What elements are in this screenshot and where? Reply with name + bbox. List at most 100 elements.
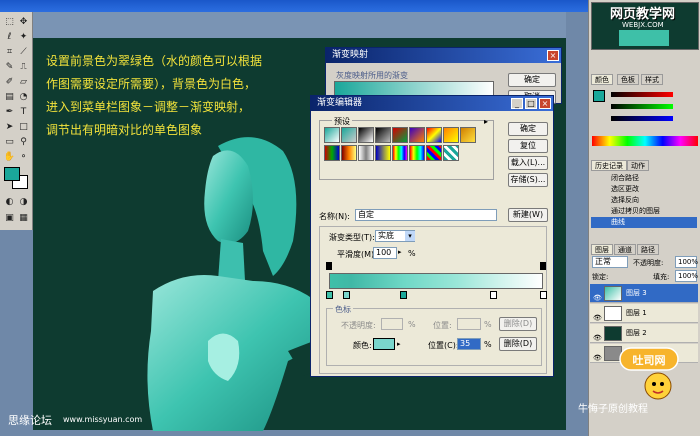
- preset-swatch[interactable]: [358, 127, 374, 143]
- marquee-tool-icon[interactable]: ⬚: [3, 16, 16, 29]
- ok-button[interactable]: 确定: [508, 122, 548, 136]
- path-select-icon[interactable]: ➤: [3, 121, 16, 134]
- blend-mode-select[interactable]: 正常: [592, 256, 628, 268]
- eye-icon[interactable]: 👁: [593, 349, 602, 368]
- tab-color[interactable]: 颜色: [591, 74, 613, 85]
- fill-input[interactable]: 100%: [675, 270, 698, 282]
- gradient-tool-icon[interactable]: ▤: [3, 91, 16, 104]
- tab-styles[interactable]: 样式: [641, 74, 663, 85]
- preset-swatch[interactable]: [409, 145, 425, 161]
- preset-swatch[interactable]: [341, 145, 357, 161]
- preset-swatch[interactable]: [443, 145, 459, 161]
- move-tool-icon[interactable]: ✥: [17, 16, 30, 29]
- shape-tool-icon[interactable]: □: [17, 121, 30, 134]
- tab-layers[interactable]: 图层: [591, 244, 613, 255]
- name-input[interactable]: 自定: [355, 209, 497, 221]
- tab-actions[interactable]: 动作: [627, 160, 649, 171]
- stop-color-swatch[interactable]: [373, 338, 395, 350]
- fullscreen-mode-icon[interactable]: ▦: [17, 212, 30, 225]
- type-tool-icon[interactable]: T: [17, 106, 30, 119]
- quickmask-off-icon[interactable]: ◑: [17, 196, 30, 209]
- history-item[interactable]: 闭合路径: [611, 173, 697, 184]
- name-label: 名称(N):: [319, 212, 350, 221]
- stamp-tool-icon[interactable]: ⎍: [17, 61, 30, 74]
- presets-menu-icon[interactable]: ▸: [484, 117, 488, 126]
- delete-color-button[interactable]: 删除(D): [499, 337, 537, 351]
- layer-row-selected[interactable]: 👁 图层 3: [590, 284, 698, 303]
- brush-tool-icon[interactable]: ✎: [3, 61, 16, 74]
- maximize-icon[interactable]: □: [525, 98, 537, 109]
- color-stop[interactable]: [490, 291, 497, 299]
- close-icon[interactable]: ×: [547, 50, 559, 61]
- history-brush-icon[interactable]: ✐: [3, 76, 16, 89]
- close-icon[interactable]: ×: [539, 98, 551, 109]
- b-slider[interactable]: [611, 116, 673, 121]
- tab-history[interactable]: 历史记录: [591, 160, 627, 171]
- save-button[interactable]: 存储(S)...: [508, 173, 548, 187]
- layer-row[interactable]: 👁 图层 2: [590, 324, 698, 343]
- zoom-tool-icon[interactable]: ⚬: [17, 151, 30, 164]
- color-fg-swatch[interactable]: [593, 90, 605, 102]
- tab-swatches[interactable]: 色板: [617, 74, 639, 85]
- preset-swatch[interactable]: [341, 127, 357, 143]
- reset-button[interactable]: 复位: [508, 139, 548, 153]
- chevron-down-icon[interactable]: ▾: [405, 231, 415, 241]
- g-slider[interactable]: [611, 104, 673, 109]
- color-stop-selected[interactable]: [400, 291, 407, 299]
- color-ramp[interactable]: [592, 136, 698, 146]
- layer-opacity-input[interactable]: 100%: [675, 256, 698, 268]
- crop-tool-icon[interactable]: ⌗: [3, 46, 16, 59]
- opacity-input[interactable]: [381, 318, 403, 330]
- quickmask-icon[interactable]: ◐: [3, 196, 16, 209]
- gradient-bar[interactable]: [329, 273, 543, 289]
- lasso-tool-icon[interactable]: ℓ: [3, 31, 16, 44]
- location-input[interactable]: [457, 318, 481, 330]
- preset-swatch[interactable]: [324, 145, 340, 161]
- preset-swatch[interactable]: [358, 145, 374, 161]
- layer-row[interactable]: 👁 图层 1: [590, 304, 698, 323]
- color-menu-icon[interactable]: ▸: [397, 338, 405, 350]
- history-item[interactable]: 通过拷贝的图层: [611, 206, 697, 217]
- opacity-stop[interactable]: [326, 262, 332, 270]
- color-stop[interactable]: [326, 291, 333, 299]
- slice-tool-icon[interactable]: ⟋: [17, 46, 30, 59]
- preset-swatch[interactable]: [409, 127, 425, 143]
- opacity-stop[interactable]: [540, 262, 546, 270]
- smoothness-arrow-icon[interactable]: ▸: [398, 248, 402, 256]
- preset-swatch[interactable]: [375, 127, 391, 143]
- hand-tool-icon[interactable]: ✋: [3, 151, 16, 164]
- preset-swatch[interactable]: [443, 127, 459, 143]
- smoothness-input[interactable]: 100: [373, 247, 397, 259]
- magic-wand-icon[interactable]: ✦: [17, 31, 30, 44]
- r-slider[interactable]: [611, 92, 673, 97]
- location2-input[interactable]: 35: [457, 338, 481, 350]
- preset-swatch[interactable]: [375, 145, 391, 161]
- ok-button[interactable]: 确定: [508, 73, 556, 87]
- tab-paths[interactable]: 路径: [637, 244, 659, 255]
- notes-tool-icon[interactable]: ▭: [3, 136, 16, 149]
- delete-opacity-button[interactable]: 删除(D): [499, 317, 537, 331]
- preset-swatch[interactable]: [426, 127, 442, 143]
- color-stop[interactable]: [343, 291, 350, 299]
- color-stop[interactable]: [540, 291, 547, 299]
- foreground-color-swatch[interactable]: [4, 167, 20, 181]
- load-button[interactable]: 载入(L)...: [508, 156, 548, 170]
- history-item-selected[interactable]: 曲线: [591, 217, 697, 228]
- preset-swatch[interactable]: [392, 145, 408, 161]
- blur-tool-icon[interactable]: ◔: [17, 91, 30, 104]
- preset-swatch[interactable]: [460, 127, 476, 143]
- gradient-editor-title: 渐变编辑器: [317, 98, 363, 108]
- tab-channels[interactable]: 通道: [614, 244, 636, 255]
- screen-mode-icon[interactable]: ▣: [3, 212, 16, 225]
- watermark-forum: 思缘论坛: [8, 414, 52, 427]
- preset-swatch[interactable]: [392, 127, 408, 143]
- minimize-icon[interactable]: _: [511, 98, 523, 109]
- pen-tool-icon[interactable]: ✒: [3, 106, 16, 119]
- preset-swatch[interactable]: [426, 145, 442, 161]
- history-item[interactable]: 选择反向: [611, 195, 697, 206]
- eraser-tool-icon[interactable]: ▱: [17, 76, 30, 89]
- preset-swatch[interactable]: [324, 127, 340, 143]
- new-button[interactable]: 新建(W): [508, 208, 548, 222]
- eyedropper-icon[interactable]: ⚲: [17, 136, 30, 149]
- history-item[interactable]: 选区更改: [611, 184, 697, 195]
